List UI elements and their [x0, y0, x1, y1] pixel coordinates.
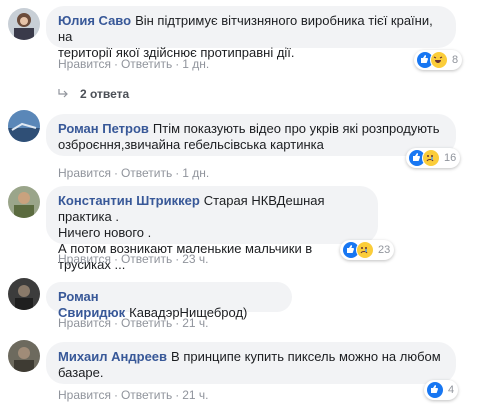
comment-author[interactable]: Юлия Саво: [58, 13, 131, 28]
avatar[interactable]: [8, 8, 40, 40]
like-link[interactable]: Нравится: [58, 252, 111, 266]
avatar[interactable]: [8, 340, 40, 372]
timestamp[interactable]: 21 ч.: [182, 388, 208, 402]
comment-bubble: Михаил Андреев В принципе купить пиксель …: [46, 342, 456, 384]
reply-arrow-icon: [58, 87, 68, 101]
reaction-summary[interactable]: 16: [406, 148, 461, 168]
comment-actions: Нравится · Ответить · 23 ч.: [58, 252, 209, 266]
comment-author[interactable]: Михаил Андреев: [58, 349, 167, 364]
sad-icon: [356, 241, 374, 259]
avatar[interactable]: [8, 110, 40, 142]
comment-text: В принципе купить пиксель можно на любом: [171, 349, 441, 364]
like-link[interactable]: Нравится: [58, 316, 111, 330]
comment-actions: Нравится · Ответить · 21 ч.: [58, 316, 209, 330]
timestamp[interactable]: 1 дн.: [182, 166, 209, 180]
reaction-summary[interactable]: 23: [340, 240, 395, 260]
timestamp[interactable]: 1 дн.: [182, 57, 209, 71]
reaction-count: 8: [452, 54, 459, 66]
comment-actions: Нравится · Ответить · 1 дн.: [58, 166, 210, 180]
like-icon: [426, 381, 444, 399]
reply-link[interactable]: Ответить: [121, 166, 172, 180]
comment-actions: Нравится · Ответить · 1 дн.: [58, 57, 210, 71]
comment-bubble: Константин Штриккер Старая НКВДешная прак…: [46, 186, 378, 272]
comment-author[interactable]: Роман Петров: [58, 121, 149, 136]
comment-actions: Нравится · Ответить · 21 ч.: [58, 388, 209, 402]
reply-link[interactable]: Ответить: [121, 316, 172, 330]
comment-bubble: Юлия Саво Він підтримує вітчизняного виро…: [46, 6, 456, 60]
reply-link[interactable]: Ответить: [121, 388, 172, 402]
reply-link[interactable]: Ответить: [121, 57, 172, 71]
replies-count[interactable]: 2 ответа: [80, 87, 129, 101]
sad-icon: [422, 149, 440, 167]
comment-bubble: Роман Петров Птім показують відео про укр…: [46, 114, 456, 156]
reaction-count: 4: [448, 384, 455, 396]
avatar[interactable]: [8, 278, 40, 310]
reaction-count: 23: [378, 244, 391, 256]
like-link[interactable]: Нравится: [58, 166, 111, 180]
timestamp[interactable]: 23 ч.: [182, 252, 208, 266]
haha-icon: [430, 51, 448, 69]
view-replies-link[interactable]: 2 ответа: [58, 87, 129, 101]
comment-author[interactable]: Константин Штриккер: [58, 193, 200, 208]
comment-text: Ничего нового .: [58, 225, 152, 240]
like-link[interactable]: Нравится: [58, 388, 111, 402]
comment-text: базаре.: [58, 365, 104, 380]
like-link[interactable]: Нравится: [58, 57, 111, 71]
comment-bubble: Роман Свиридюк КавадэрНищеброд): [46, 282, 292, 320]
reply-link[interactable]: Ответить: [121, 252, 172, 266]
comment-text: озброєння,звичайна гебельсівська картинк…: [58, 137, 324, 152]
reaction-summary[interactable]: 8: [414, 50, 463, 70]
reaction-summary[interactable]: 4: [424, 380, 459, 400]
avatar[interactable]: [8, 186, 40, 218]
comment-text: Птім показують відео про укрів які розпр…: [152, 121, 440, 136]
reaction-count: 16: [444, 152, 457, 164]
timestamp[interactable]: 21 ч.: [182, 316, 208, 330]
